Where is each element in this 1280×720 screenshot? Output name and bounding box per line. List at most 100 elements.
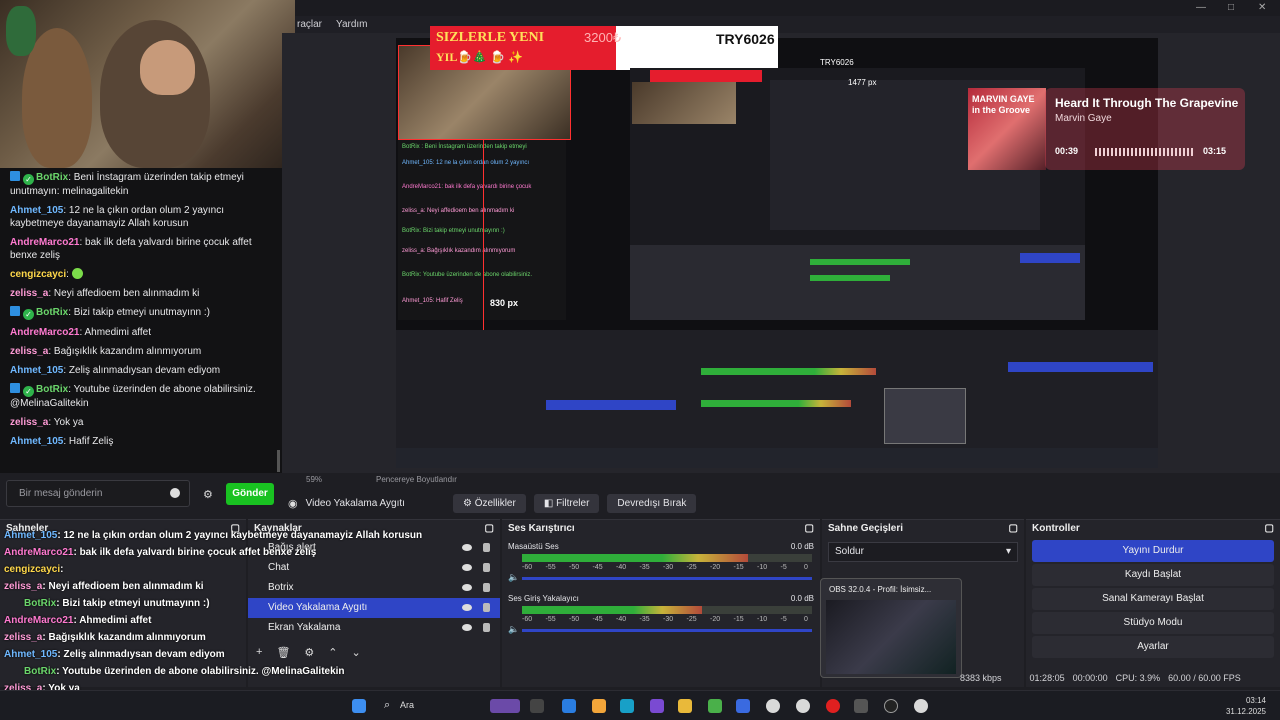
chrome-icon[interactable] [914, 699, 928, 713]
scenes-dock: Sahneler ▢ [0, 519, 246, 687]
source-item[interactable]: Chat [248, 558, 500, 578]
speaker-icon[interactable]: 🔈 [508, 572, 519, 583]
search-icon[interactable]: ⌕ [384, 699, 390, 712]
nested-ticker [650, 70, 762, 82]
meter-tick-label: -50 [569, 616, 580, 623]
emoji-icon[interactable] [170, 488, 180, 498]
app-icon[interactable] [708, 699, 722, 713]
chat-settings-gear-icon[interactable]: ⚙ [203, 488, 213, 501]
song-title: Heard It Through The Grapevine [1055, 96, 1239, 110]
source-item[interactable]: Botrix [248, 578, 500, 598]
source-item-selected[interactable]: Video Yakalama Aygıtı [248, 598, 500, 618]
send-button[interactable]: Gönder [226, 483, 274, 505]
source-item[interactable]: Ekran Yakalama [248, 618, 500, 638]
volume-meter [522, 554, 749, 562]
chat-message: ✓ BotRix: Beni İnstagram üzerinden takip … [10, 171, 244, 197]
stop-stream-button[interactable]: Yayını Durdur [1032, 540, 1274, 562]
settings-button[interactable]: Ayarlar [1032, 636, 1274, 658]
delete-icon[interactable]: 🗑 [276, 646, 290, 659]
eye-icon[interactable] [462, 604, 472, 611]
maximize-button[interactable]: □ [1228, 2, 1234, 13]
lock-icon[interactable] [483, 543, 490, 552]
app-icon[interactable] [736, 699, 750, 713]
lock-icon[interactable] [483, 563, 490, 572]
obs-icon[interactable] [884, 699, 898, 713]
eye-icon[interactable] [462, 564, 472, 571]
nested-obs-bottom-docks [396, 330, 1158, 468]
chat-message: ✓ BotRix: Youtube üzerinden de abone olab… [10, 383, 256, 409]
mixer-title: Ses Karıştırıcı [508, 523, 575, 534]
zoom-percent[interactable]: 59% [306, 475, 322, 484]
nested-chat-preview: BotRix : Beni İnstagram üzerinden takip … [398, 140, 566, 320]
chat-message: cengizcayci: [0, 265, 282, 284]
pixel-measure-label: 830 px [490, 298, 519, 308]
deactivate-button[interactable]: Devredışı Bırak [607, 493, 697, 513]
store-icon[interactable] [562, 699, 576, 713]
meter-tick-label: -55 [545, 616, 556, 623]
close-button[interactable]: ✕ [1258, 2, 1266, 13]
chat-message: Ahmet_105: Hafif Zeliş [10, 436, 114, 447]
transition-select[interactable]: Soldur ▾ [828, 542, 1018, 562]
chat-scrollbar[interactable] [277, 450, 280, 472]
nested-webcam [632, 82, 736, 124]
eye-icon[interactable] [462, 544, 472, 551]
lock-icon[interactable] [483, 603, 490, 612]
chat-input[interactable]: Bir mesaj gönderin [6, 480, 190, 507]
up-icon[interactable]: ⌃ [328, 646, 337, 659]
webcam-feed [0, 0, 295, 168]
minimize-button[interactable]: — [1196, 2, 1206, 13]
song-artist: Marvin Gaye [1055, 113, 1112, 124]
meter-tick-label: -40 [616, 616, 627, 623]
start-recording-button[interactable]: Kaydı Başlat [1032, 564, 1274, 586]
zoom-mode[interactable]: Pencereye Boyutlandır [376, 475, 457, 484]
chrome-icon[interactable] [766, 699, 780, 713]
lock-icon[interactable] [483, 623, 490, 632]
source-item[interactable]: Bağış alert [248, 538, 500, 558]
app-icon[interactable] [854, 699, 868, 713]
volume-slider[interactable] [522, 629, 812, 632]
controls-title: Kontroller [1032, 523, 1080, 534]
menu-item-help[interactable]: Yardım [336, 19, 368, 30]
emote-icon [71, 268, 83, 279]
studio-mode-button[interactable]: Stüdyo Modu [1032, 612, 1274, 634]
meter-tick-label: -45 [592, 616, 603, 623]
settings-icon[interactable]: ⚙ [304, 646, 314, 659]
menu-item-scene-collection[interactable]: raçlar [297, 19, 322, 30]
start-virtual-camera-button[interactable]: Sanal Kamerayı Başlat [1032, 588, 1274, 610]
transitions-title: Sahne Geçişleri [828, 523, 904, 534]
channel-db: 0.0 dB [790, 542, 814, 551]
popup-thumbnail[interactable] [826, 600, 956, 674]
eye-icon[interactable] [462, 584, 472, 591]
properties-button[interactable]: ⚙ Özellikler [452, 493, 526, 513]
teams-icon[interactable] [650, 699, 664, 713]
chrome-icon[interactable] [796, 699, 810, 713]
nested-ticker-code: TRY6026 [820, 58, 854, 67]
folder-icon[interactable] [678, 699, 692, 713]
meter-tick-label: 0 [804, 616, 808, 623]
edge-icon[interactable] [620, 699, 634, 713]
speaker-icon[interactable]: 🔈 [508, 624, 519, 635]
dock-popout-icon[interactable]: ▢ [485, 520, 494, 538]
botrix-badge-icon: ✓ [23, 386, 34, 397]
volume-slider[interactable] [522, 577, 812, 580]
taskbar-search[interactable]: Ara [400, 700, 414, 710]
add-icon[interactable]: + [256, 646, 262, 659]
photos-icon[interactable] [592, 699, 606, 713]
clock[interactable]: 03:14 31.12.2025 [1226, 695, 1266, 717]
chat-message: AndreMarco21: Ahmedimi affet [10, 327, 151, 338]
chat-message: zeliss_a: Bağışıklık kazandım alınmıyoru… [10, 346, 202, 357]
chat-message: zeliss_a: Yok ya [10, 417, 84, 428]
filters-button[interactable]: ◧ Filtreler [533, 493, 600, 513]
youtube-icon[interactable] [826, 699, 840, 713]
eye-icon[interactable] [462, 624, 472, 631]
widgets-icon[interactable] [490, 699, 520, 713]
lock-icon[interactable] [483, 583, 490, 592]
chat-panel: ✓ BotRix: Beni İnstagram üzerinden takip … [0, 168, 282, 473]
meter-tick-label: -30 [663, 564, 674, 571]
task-view-icon[interactable] [530, 699, 544, 713]
windows-start-icon[interactable] [352, 699, 366, 713]
down-icon[interactable]: ⌄ [352, 646, 361, 659]
meter-tick-label: -40 [616, 564, 627, 571]
meter-tick-label: -35 [639, 564, 650, 571]
volume-meter [522, 606, 702, 614]
